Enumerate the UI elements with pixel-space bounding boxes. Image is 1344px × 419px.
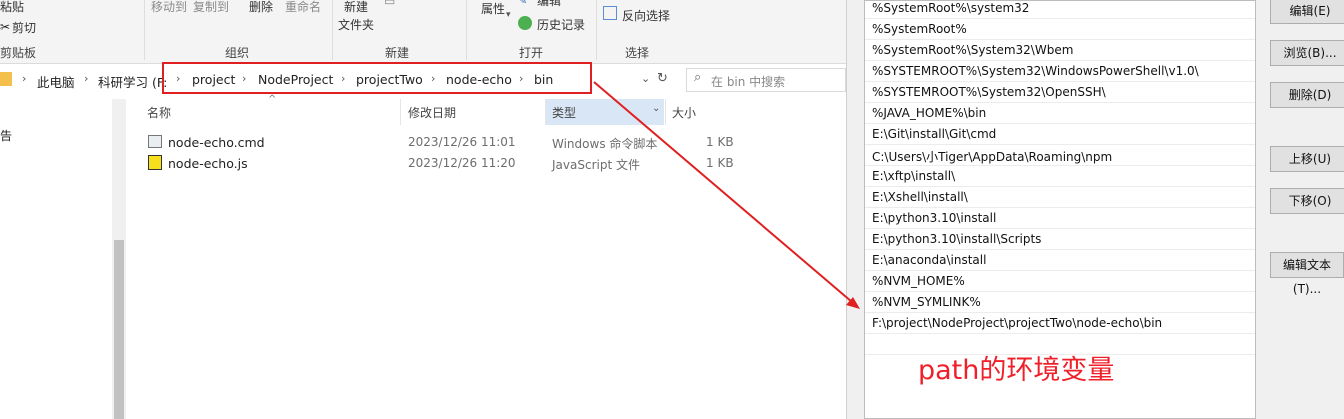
annotation-arrow <box>593 81 860 309</box>
annotation-caption: path的环境变量 <box>918 355 1115 386</box>
